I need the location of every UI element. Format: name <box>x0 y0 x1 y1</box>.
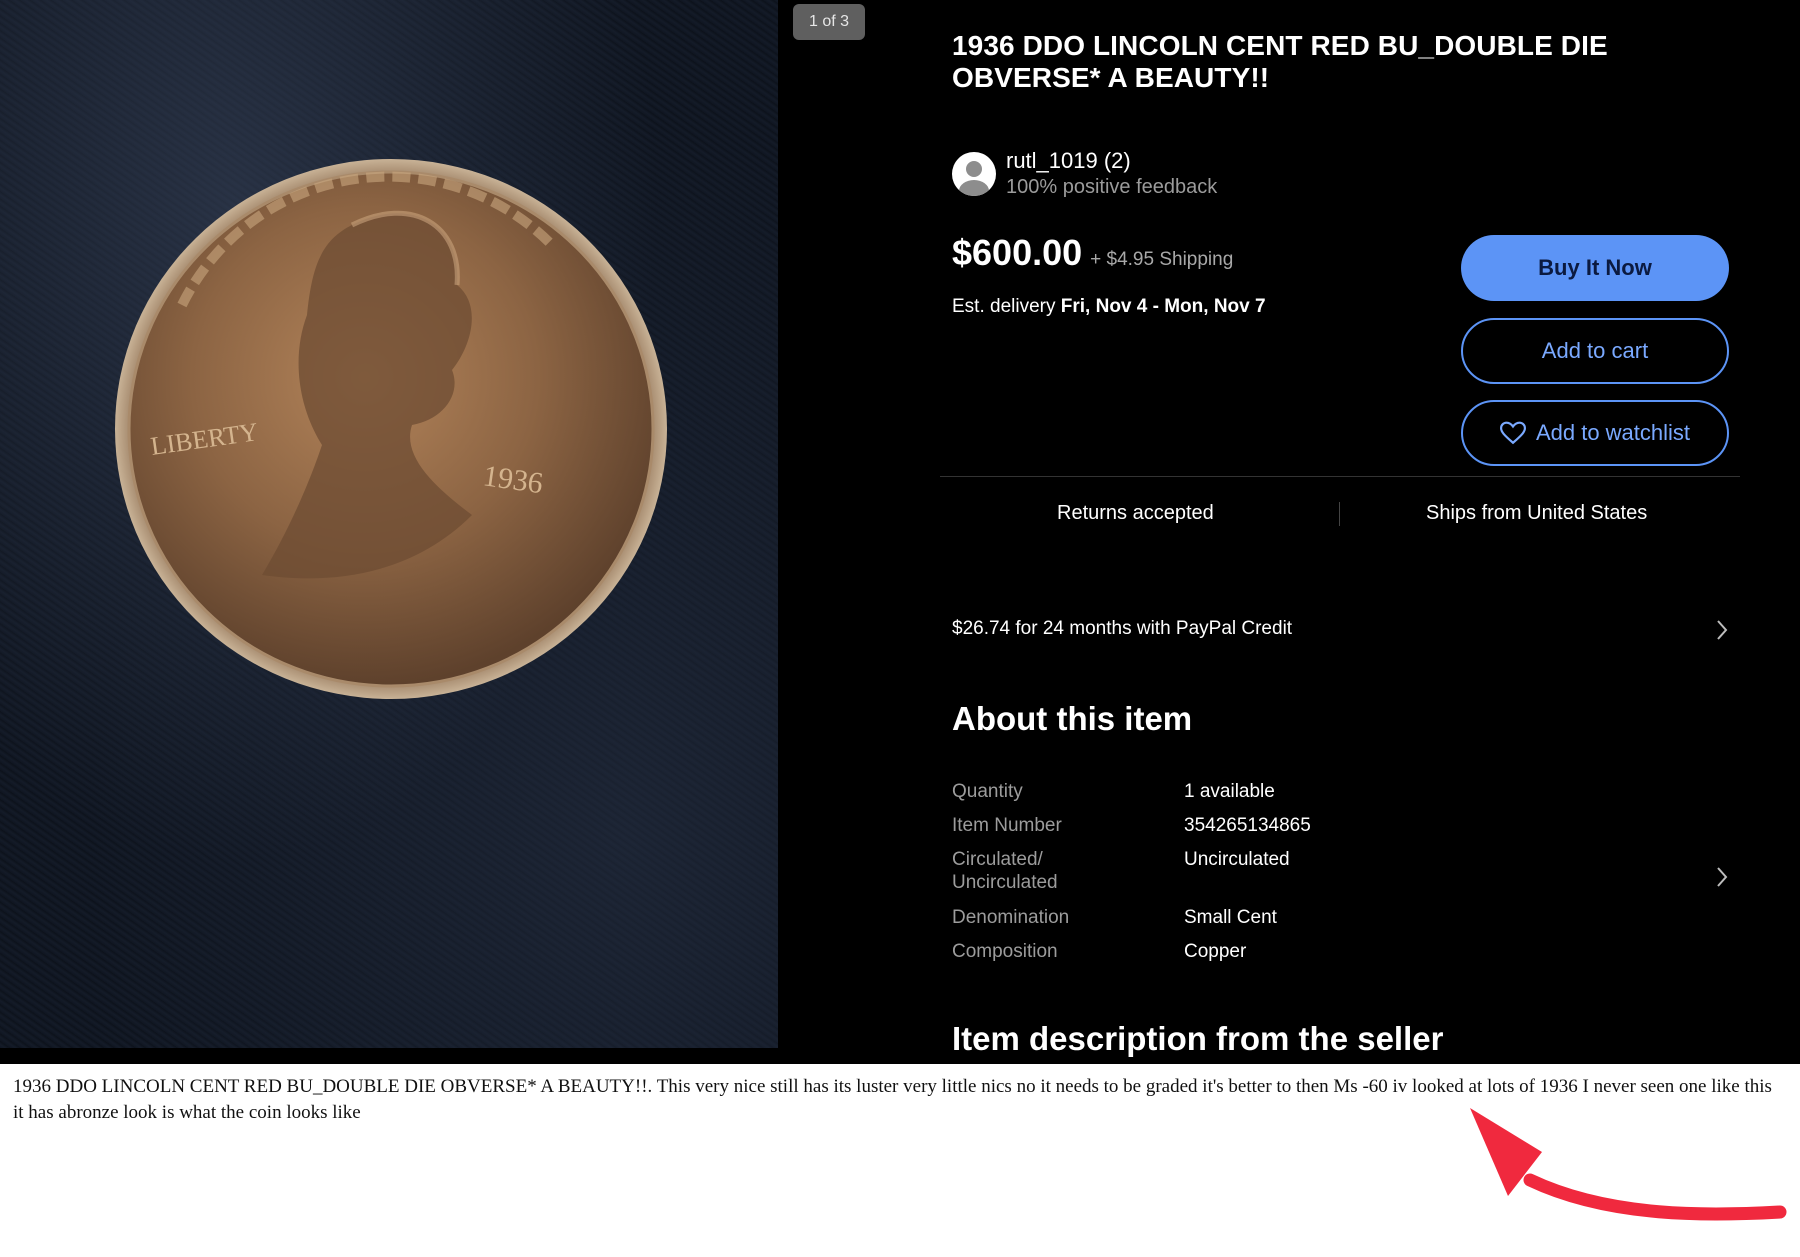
spec-value: 1 available <box>1184 781 1275 802</box>
heart-icon <box>1499 421 1526 445</box>
paypal-credit-offer[interactable]: $26.74 for 24 months with PayPal Credit <box>952 618 1292 640</box>
item-photo[interactable]: LIBERTY 1936 <box>0 0 778 1048</box>
estimated-delivery: Est. delivery Fri, Nov 4 - Mon, Nov 7 <box>952 296 1266 318</box>
listing-screenshot: LIBERTY 1936 1 of 3 1936 DDO LINCOLN CEN… <box>0 0 1800 1064</box>
delivery-dates: Fri, Nov 4 - Mon, Nov 7 <box>1060 296 1266 317</box>
delivery-label: Est. delivery <box>952 296 1061 317</box>
spec-label: Circulated/ Uncirculated <box>952 849 1058 893</box>
coin-image: LIBERTY 1936 <box>115 159 667 699</box>
add-to-cart-button[interactable]: Add to cart <box>1461 318 1729 384</box>
spec-label: Item Number <box>952 815 1062 836</box>
chevron-right-icon[interactable] <box>1715 618 1729 642</box>
add-to-watchlist-label: Add to watchlist <box>1535 420 1691 445</box>
spec-label: Composition <box>952 941 1058 962</box>
spec-value: Small Cent <box>1184 907 1277 928</box>
item-title: 1936 DDO LINCOLN CENT RED BU_DOUBLE DIE … <box>952 30 1608 93</box>
seller-feedback: 100% positive feedback <box>1006 176 1218 198</box>
spec-value: Copper <box>1184 941 1247 962</box>
seller-info[interactable]: rutl_1019 (2) 100% positive feedback <box>952 148 1217 200</box>
returns-policy: Returns accepted <box>1057 502 1214 524</box>
shipping-cost: + $4.95 Shipping <box>1090 249 1234 270</box>
spec-value: 354265134865 <box>1184 815 1311 836</box>
seller-avatar[interactable] <box>952 152 996 196</box>
spec-label: Denomination <box>952 907 1070 928</box>
add-to-watchlist-button[interactable]: Add to watchlist <box>1461 400 1729 466</box>
description-heading: Item description from the seller <box>952 1020 1444 1057</box>
annotation-arrow-icon <box>1470 1108 1787 1221</box>
seller-name[interactable]: rutl_1019 (2) <box>1006 148 1217 174</box>
spec-value: Uncirculated <box>1184 849 1290 870</box>
divider <box>1339 502 1340 526</box>
ships-from: Ships from United States <box>1426 502 1648 524</box>
about-heading: About this item <box>952 700 1193 737</box>
price-row: $600.00 + $4.95 Shipping <box>952 232 1233 274</box>
spec-label: Quantity <box>952 781 1023 802</box>
divider <box>940 476 1740 477</box>
price: $600.00 <box>952 232 1083 273</box>
chevron-right-icon[interactable] <box>1715 865 1729 889</box>
photo-counter: 1 of 3 <box>793 4 865 40</box>
buy-it-now-button[interactable]: Buy It Now <box>1461 235 1729 301</box>
listing-details: 1936 DDO LINCOLN CENT RED BU_DOUBLE DIE … <box>940 0 1800 1064</box>
